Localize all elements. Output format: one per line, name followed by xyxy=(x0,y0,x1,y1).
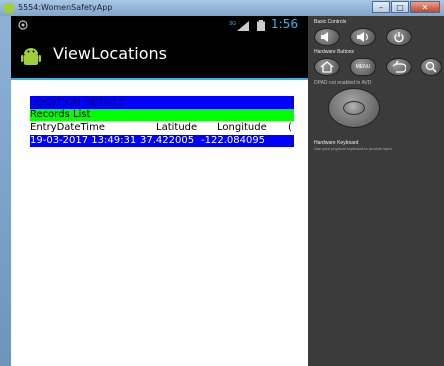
home-icon xyxy=(320,61,334,73)
power-button[interactable] xyxy=(386,28,412,46)
window-title: 5554:WomenSafetyApp xyxy=(18,3,113,12)
row-longitude: -122.084095 xyxy=(201,135,266,146)
window-titlebar[interactable]: 5554:WomenSafetyApp – □ ✕ xyxy=(0,0,444,16)
power-icon xyxy=(394,32,404,43)
volume-up-button[interactable] xyxy=(350,28,376,46)
status-bar: 3G 1:56 xyxy=(11,16,308,34)
status-time: 1:56 xyxy=(271,17,298,31)
back-icon xyxy=(392,61,406,73)
row-latitude: 37.422005 xyxy=(140,135,195,146)
column-header-latitude: Latitude xyxy=(156,122,198,133)
hardware-buttons-label: Hardware Buttons xyxy=(314,49,355,55)
window-buttons: – □ ✕ xyxy=(371,1,440,14)
hardware-keyboard-note: Use your physical keyboard to provide in… xyxy=(314,146,392,151)
phone-screen: 3G 1:56 ViewLocations LOCATION DETAILS R xyxy=(11,16,308,366)
table-header: EntryDateTime Latitude Longitude ( xyxy=(30,122,294,134)
row-datetime: 19-03-2017 13:49:31 xyxy=(30,135,137,146)
maximize-button[interactable]: □ xyxy=(391,1,409,13)
table-row[interactable]: 19-03-2017 13:49:31 37.422005 -122.08409… xyxy=(30,135,294,147)
app-icon xyxy=(4,3,14,13)
volume-up-icon xyxy=(357,32,368,42)
android-debug-icon xyxy=(18,20,28,30)
close-button[interactable]: ✕ xyxy=(410,1,440,13)
back-button[interactable] xyxy=(386,58,412,76)
basic-controls-label: Basic Controls xyxy=(314,19,347,25)
search-icon xyxy=(425,61,437,73)
column-header-longitude: Longitude xyxy=(217,122,267,133)
minimize-button[interactable]: – xyxy=(372,1,390,13)
battery-icon xyxy=(257,20,265,31)
column-header-datetime: EntryDateTime xyxy=(30,122,105,133)
dpad-center-button[interactable] xyxy=(343,101,365,115)
emulator-window: 5554:WomenSafetyApp – □ ✕ 3G 1:56 ViewLo… xyxy=(0,0,444,366)
menu-button[interactable]: MENU xyxy=(350,58,376,76)
column-header-overflow: ( xyxy=(288,122,292,133)
records-list-label: Records List xyxy=(30,109,294,121)
page-title: ViewLocations xyxy=(53,44,167,63)
action-bar: ViewLocations xyxy=(11,34,308,80)
svg-text:3G: 3G xyxy=(229,21,236,27)
emulator-control-panel: Basic Controls Hardware Buttons MENU DPA… xyxy=(308,16,444,366)
home-button[interactable] xyxy=(314,58,340,76)
volume-down-icon xyxy=(321,32,328,42)
android-app-icon[interactable] xyxy=(19,45,43,69)
signal-icon: 3G xyxy=(229,21,249,31)
location-details-heading: LOCATION DETAILS xyxy=(30,96,294,109)
dpad-label: DPAD not enabled in AVD xyxy=(314,80,372,86)
volume-down-button[interactable] xyxy=(314,28,340,46)
search-button[interactable] xyxy=(420,58,442,76)
action-bar-divider xyxy=(11,78,308,80)
dpad-control[interactable] xyxy=(328,88,380,128)
